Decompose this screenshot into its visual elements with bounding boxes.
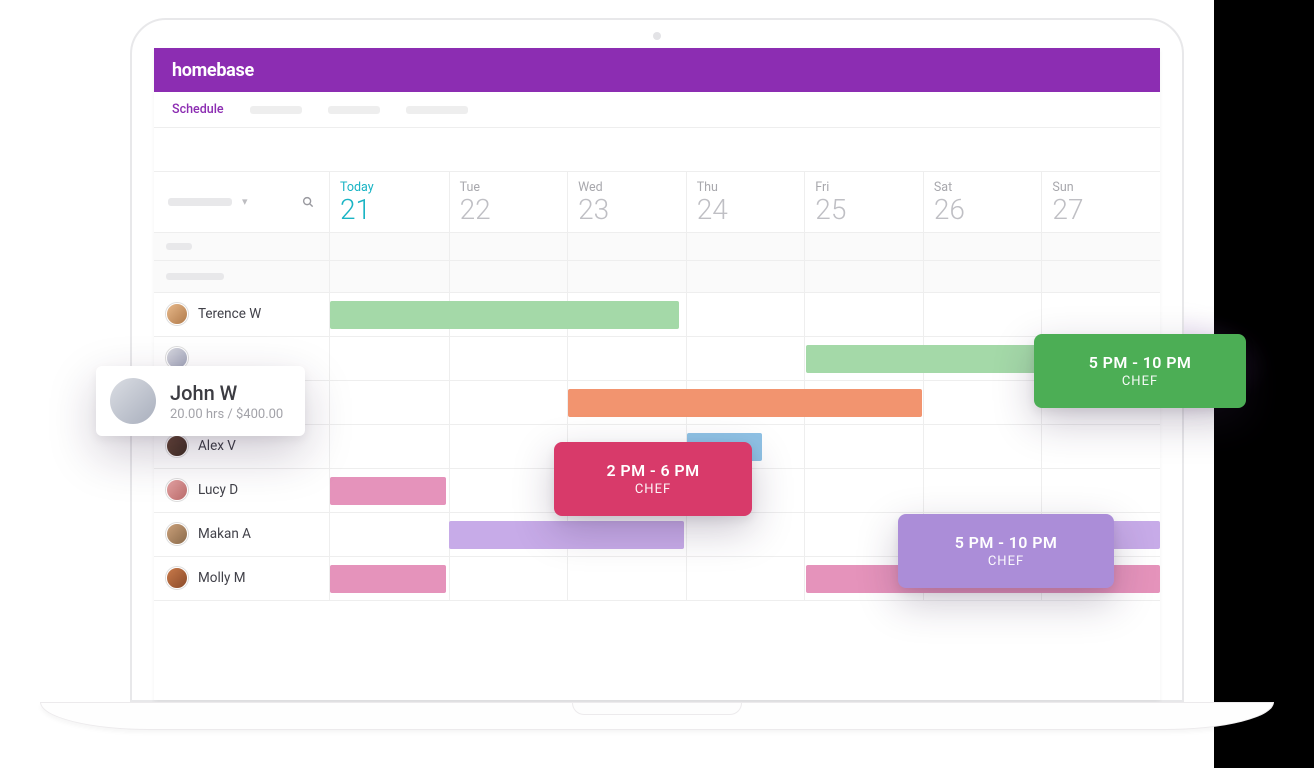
summary-row (154, 233, 1160, 261)
placeholder (166, 273, 224, 280)
shift-role: CHEF (635, 482, 671, 497)
avatar (110, 378, 156, 424)
laptop-base (40, 702, 1274, 730)
avatar (166, 435, 188, 457)
employee-name: John W (170, 381, 283, 405)
filter-placeholder (168, 198, 232, 206)
shift-role: CHEF (988, 554, 1024, 569)
sub-nav: Schedule (154, 92, 1160, 128)
employee-name-cell[interactable]: Terence W (154, 293, 330, 336)
laptop-screen-frame: homebase Schedule ▾ Today 21 (130, 18, 1184, 702)
employee-name-cell[interactable]: Lucy D (154, 469, 330, 512)
shift-block[interactable] (449, 521, 685, 549)
shift-block[interactable] (568, 389, 922, 417)
nav-schedule[interactable]: Schedule (172, 102, 224, 117)
day-header[interactable]: Tue 22 (449, 172, 568, 233)
shift-time: 5 PM - 10 PM (1089, 353, 1192, 372)
shift-block[interactable] (330, 301, 679, 329)
summary-row (154, 261, 1160, 293)
nav-placeholder (328, 106, 380, 114)
day-header[interactable]: Sun 27 (1041, 172, 1160, 233)
employee-hover-card[interactable]: John W 20.00 hrs / $400.00 (96, 366, 305, 436)
shift-time: 2 PM - 6 PM (607, 461, 700, 480)
shift-time: 5 PM - 10 PM (955, 533, 1058, 552)
calendar-header-row: ▾ Today 21 Tue 22 Wed 23 Thu 24 (154, 172, 1160, 233)
laptop-notch (572, 703, 742, 715)
shift-card-purple[interactable]: 5 PM - 10 PM CHEF (898, 514, 1114, 588)
laptop-camera-icon (653, 32, 661, 40)
avatar (166, 523, 188, 545)
search-icon[interactable] (301, 195, 315, 209)
day-header[interactable]: Wed 23 (567, 172, 686, 233)
app-header: homebase (154, 48, 1160, 92)
employee-name-cell[interactable]: Makan A (154, 513, 330, 556)
employee-row: Terence W (154, 293, 1160, 337)
shift-block[interactable] (330, 477, 446, 505)
nav-placeholder (250, 106, 302, 114)
placeholder (166, 243, 192, 250)
avatar (166, 479, 188, 501)
shift-block[interactable] (330, 565, 446, 593)
avatar (166, 567, 188, 589)
day-header[interactable]: Fri 25 (804, 172, 923, 233)
employee-meta: 20.00 hrs / $400.00 (170, 407, 283, 422)
day-header-today[interactable]: Today 21 (330, 172, 449, 233)
chevron-down-icon[interactable]: ▾ (242, 195, 248, 208)
filter-cell[interactable]: ▾ (154, 172, 330, 233)
brand-logo: homebase (172, 60, 254, 81)
toolbar (154, 128, 1160, 172)
shift-role: CHEF (1122, 374, 1158, 389)
day-header[interactable]: Sat 26 (923, 172, 1042, 233)
avatar (166, 303, 188, 325)
day-header[interactable]: Thu 24 (686, 172, 805, 233)
employee-name-cell[interactable]: Molly M (154, 557, 330, 600)
shift-card-red[interactable]: 2 PM - 6 PM CHEF (554, 442, 752, 516)
shift-card-green[interactable]: 5 PM - 10 PM CHEF (1034, 334, 1246, 408)
nav-placeholder (406, 106, 468, 114)
shift-track[interactable] (330, 293, 1160, 336)
